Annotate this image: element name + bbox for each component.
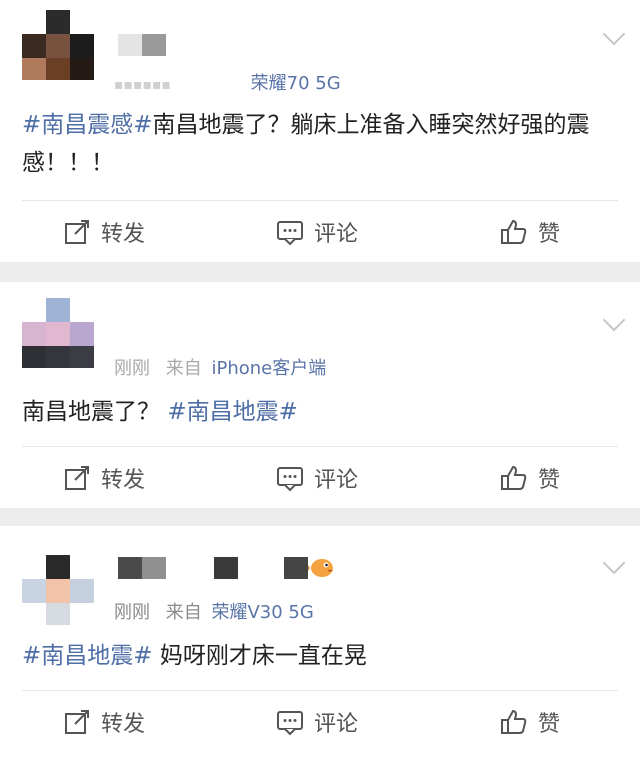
repost-icon	[65, 710, 89, 734]
comment-label: 评论	[314, 468, 359, 493]
post-meta: ▪▪▪▪▪▪ 荣耀70 5G	[114, 69, 341, 95]
weibo-post-2: 刚刚 来自 iPhone客户端 南昌地震了？ #南昌地震# 转发 评论 赞	[0, 282, 640, 508]
thumbs-up-icon	[501, 709, 527, 734]
hashtag-link[interactable]: #南昌地震#	[22, 643, 153, 669]
repost-icon	[65, 466, 89, 490]
post-text: #南昌震感#南昌地震了？躺床上准备入睡突然好强的震感！！！	[22, 106, 612, 182]
comment-label: 评论	[314, 712, 359, 737]
post-text: 南昌地震了？ #南昌地震#	[22, 393, 612, 431]
divider	[22, 446, 618, 447]
from-label: 来自	[165, 602, 202, 623]
repost-label: 转发	[101, 222, 146, 247]
device-source[interactable]: iPhone客户端	[211, 358, 326, 379]
post-meta: 刚刚 来自 iPhone客户端	[114, 354, 326, 380]
post-text: #南昌地震# 妈呀刚才床一直在晃	[22, 637, 612, 675]
thumbs-up-icon	[501, 219, 527, 244]
repost-button[interactable]: 转发	[63, 448, 145, 508]
like-button[interactable]: 赞	[500, 448, 560, 508]
fish-emoji-icon	[306, 554, 336, 580]
comment-button[interactable]: 评论	[276, 202, 358, 262]
post-meta: 刚刚 来自 荣耀V30 5G	[114, 598, 314, 624]
like-label: 赞	[538, 468, 561, 493]
thumbs-up-icon	[501, 465, 527, 490]
post-body: 妈呀刚才床一直在晃	[159, 643, 367, 669]
weibo-post-1: ▪▪▪▪▪▪ 荣耀70 5G #南昌震感#南昌地震了？躺床上准备入睡突然好强的震…	[0, 0, 640, 262]
post-body: 南昌地震了？	[22, 399, 160, 425]
timestamp: 刚刚	[114, 602, 150, 623]
device-source[interactable]: 荣耀V30 5G	[211, 602, 313, 623]
repost-label: 转发	[101, 712, 146, 737]
action-bar: 转发 评论 赞	[0, 692, 640, 752]
like-label: 赞	[538, 222, 561, 247]
repost-icon	[65, 220, 89, 244]
like-button[interactable]: 赞	[500, 202, 560, 262]
avatar[interactable]	[22, 555, 94, 625]
like-button[interactable]: 赞	[500, 692, 560, 752]
divider	[22, 200, 618, 201]
hashtag-link[interactable]: #南昌地震#	[167, 399, 298, 425]
divider	[22, 690, 618, 691]
comment-button[interactable]: 评论	[276, 692, 358, 752]
chevron-down-icon[interactable]	[602, 308, 626, 332]
username-blurred[interactable]	[118, 557, 166, 579]
username-blurred[interactable]	[118, 34, 166, 56]
repost-button[interactable]: 转发	[63, 692, 145, 752]
repost-button[interactable]: 转发	[63, 202, 145, 262]
avatar[interactable]	[22, 10, 94, 80]
chevron-down-icon[interactable]	[602, 22, 626, 46]
comment-icon	[277, 467, 303, 492]
timestamp-blurred: ▪▪▪▪▪▪	[114, 77, 171, 93]
hashtag-link[interactable]: #南昌震感#	[22, 112, 153, 138]
device-source[interactable]: 荣耀70 5G	[251, 73, 341, 94]
comment-label: 评论	[314, 222, 359, 247]
username-blurred[interactable]	[214, 557, 238, 579]
weibo-post-3: 刚刚 来自 荣耀V30 5G #南昌地震# 妈呀刚才床一直在晃 转发 评论 赞	[0, 526, 640, 761]
action-bar: 转发 评论 赞	[0, 202, 640, 262]
comment-icon	[277, 711, 303, 736]
username-blurred[interactable]	[284, 557, 308, 579]
from-label: 来自	[165, 358, 202, 379]
comment-button[interactable]: 评论	[276, 448, 358, 508]
action-bar: 转发 评论 赞	[0, 448, 640, 508]
chevron-down-icon[interactable]	[602, 551, 626, 575]
like-label: 赞	[538, 712, 561, 737]
avatar[interactable]	[22, 298, 94, 368]
timestamp: 刚刚	[114, 358, 150, 379]
comment-icon	[277, 221, 303, 246]
repost-label: 转发	[101, 468, 146, 493]
